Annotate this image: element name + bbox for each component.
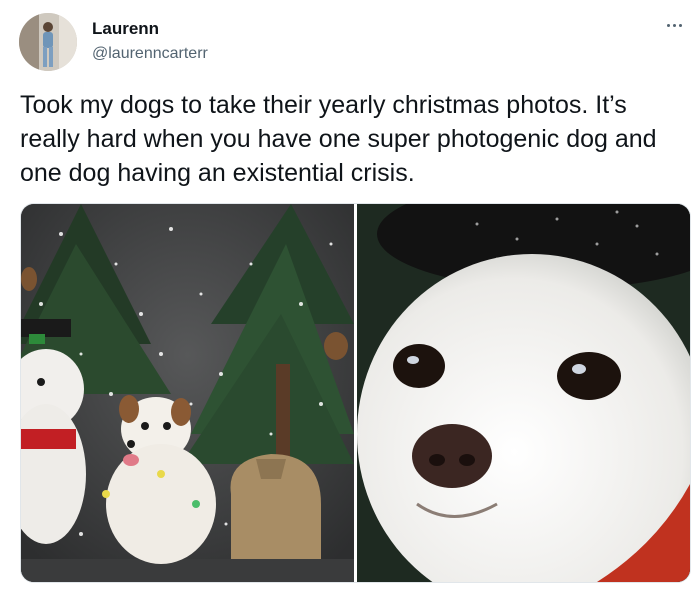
author-handle[interactable]: @laurenncarterr — [92, 45, 208, 63]
author-display-name[interactable]: Laurenn — [92, 19, 159, 39]
avatar-image — [19, 13, 77, 71]
photo-dog-closeup[interactable] — [357, 204, 690, 582]
more-options-icon[interactable] — [660, 14, 688, 36]
tweet-text: Took my dogs to take their yearly christ… — [20, 91, 657, 187]
more-dot — [678, 23, 682, 27]
more-dot — [666, 23, 670, 27]
photo-dogs-with-trees[interactable] — [21, 204, 354, 582]
photo-left-image — [21, 204, 354, 582]
tweet-media — [20, 203, 691, 583]
avatar[interactable] — [19, 13, 77, 71]
photo-right-image — [357, 204, 690, 582]
more-dot — [672, 23, 676, 27]
tweet-card: Laurenn @laurenncarterr Took my dogs to … — [0, 0, 700, 592]
